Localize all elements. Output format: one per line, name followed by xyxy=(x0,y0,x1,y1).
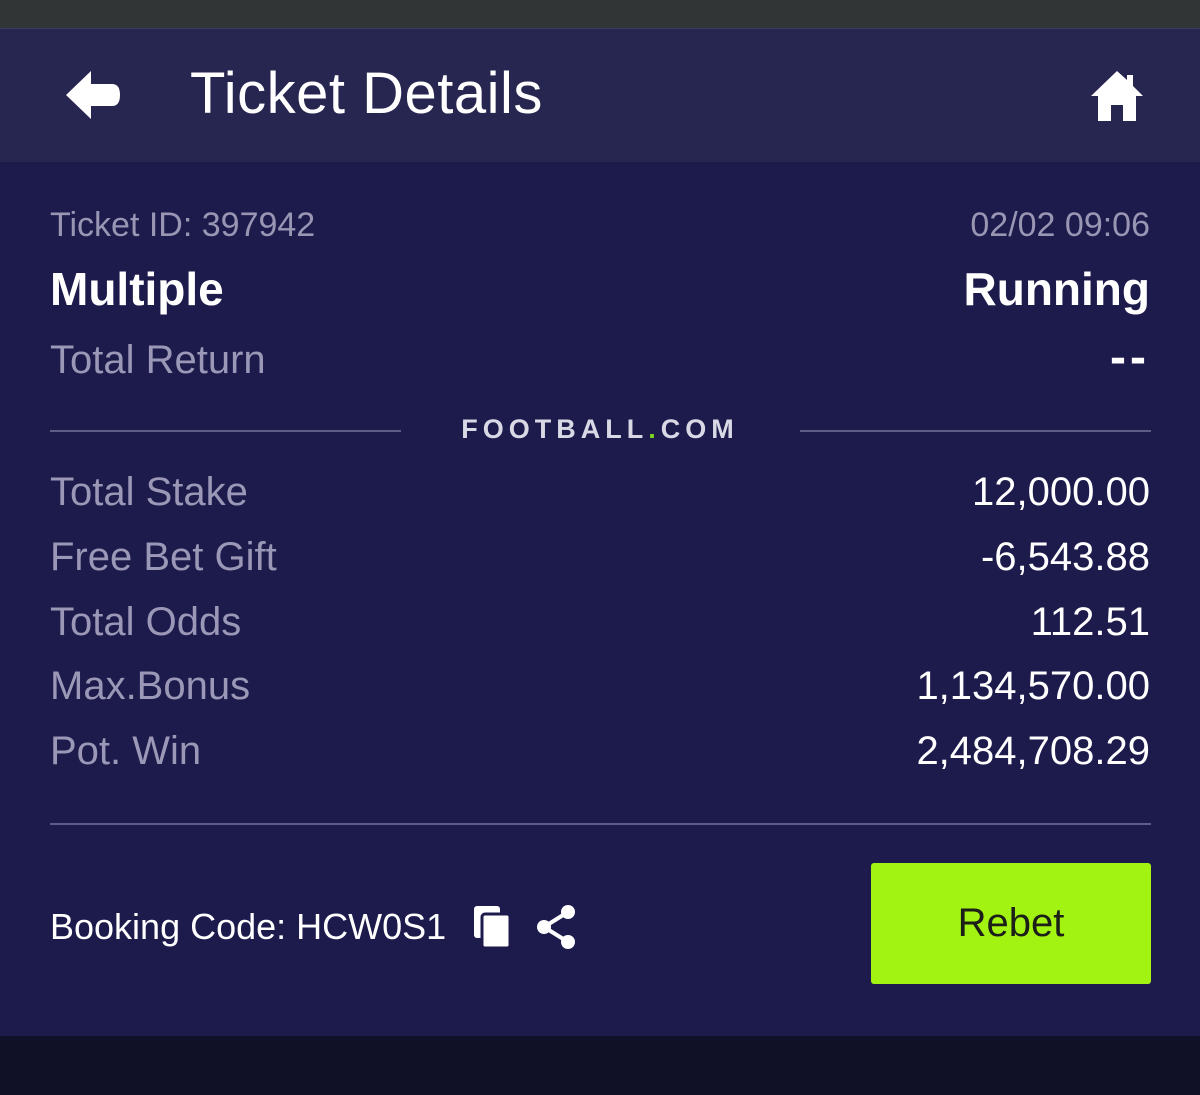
status-bar xyxy=(0,0,1200,28)
ticket-meta-row: Ticket ID: 397942 02/02 09:06 xyxy=(50,206,1150,245)
stat-label: Pot. Win xyxy=(50,729,202,773)
brand-suffix: COM xyxy=(660,414,739,444)
stat-row-max-bonus: Max.Bonus 1,134,570.00 xyxy=(50,664,1150,709)
brand-divider-left xyxy=(50,430,401,432)
ticket-datetime: 02/02 09:06 xyxy=(970,206,1150,244)
brand-dot: . xyxy=(648,414,661,444)
bottom-bar xyxy=(0,1036,1200,1095)
share-icon xyxy=(537,905,576,949)
booking-code-row: Booking Code: HCW0S1 xyxy=(50,904,578,950)
stat-row-total-stake: Total Stake 12,000.00 xyxy=(50,470,1150,515)
ticket-type: Multiple xyxy=(50,263,224,315)
stat-label: Max.Bonus xyxy=(50,664,251,708)
ticket-status: Running xyxy=(963,263,1151,315)
ticket-type-row: Multiple Running xyxy=(50,262,1150,316)
booking-code: Booking Code: HCW0S1 xyxy=(50,906,447,947)
arrow-left-icon xyxy=(66,71,120,119)
back-button[interactable] xyxy=(60,65,126,125)
stat-value: -6,543.88 xyxy=(980,535,1150,579)
stat-value: 1,134,570.00 xyxy=(916,664,1150,708)
page-title: Ticket Details xyxy=(190,61,543,126)
stat-value: 12,000.00 xyxy=(972,470,1150,514)
stat-value: 112.51 xyxy=(1030,600,1150,644)
home-button[interactable] xyxy=(1086,65,1148,127)
stat-label: Total Stake xyxy=(50,470,248,514)
stat-label: Free Bet Gift xyxy=(50,535,277,579)
brand-divider-right xyxy=(800,430,1151,432)
stat-row-free-bet-gift: Free Bet Gift -6,543.88 xyxy=(50,535,1150,580)
stat-row-pot-win: Pot. Win 2,484,708.29 xyxy=(50,729,1150,774)
app-header: Ticket Details xyxy=(0,28,1200,162)
copy-button[interactable] xyxy=(472,904,512,950)
share-button[interactable] xyxy=(534,904,578,950)
total-return-row: Total Return -- xyxy=(50,331,1150,384)
total-return-label: Total Return xyxy=(50,338,266,382)
brand-logo: FOOTBALL.COM xyxy=(400,414,800,445)
rebet-button[interactable]: Rebet xyxy=(871,863,1151,984)
ticket-id: Ticket ID: 397942 xyxy=(50,206,316,244)
stat-row-total-odds: Total Odds 112.51 xyxy=(50,600,1150,645)
section-divider xyxy=(50,823,1151,825)
stat-value: 2,484,708.29 xyxy=(916,729,1150,773)
brand-prefix: FOOTBALL xyxy=(461,414,649,444)
total-return-value: -- xyxy=(1110,331,1150,384)
home-icon xyxy=(1091,71,1143,121)
stat-label: Total Odds xyxy=(50,600,242,644)
copy-icon xyxy=(474,906,512,950)
ticket-card: Ticket ID: 397942 02/02 09:06 Multiple R… xyxy=(0,162,1200,1036)
